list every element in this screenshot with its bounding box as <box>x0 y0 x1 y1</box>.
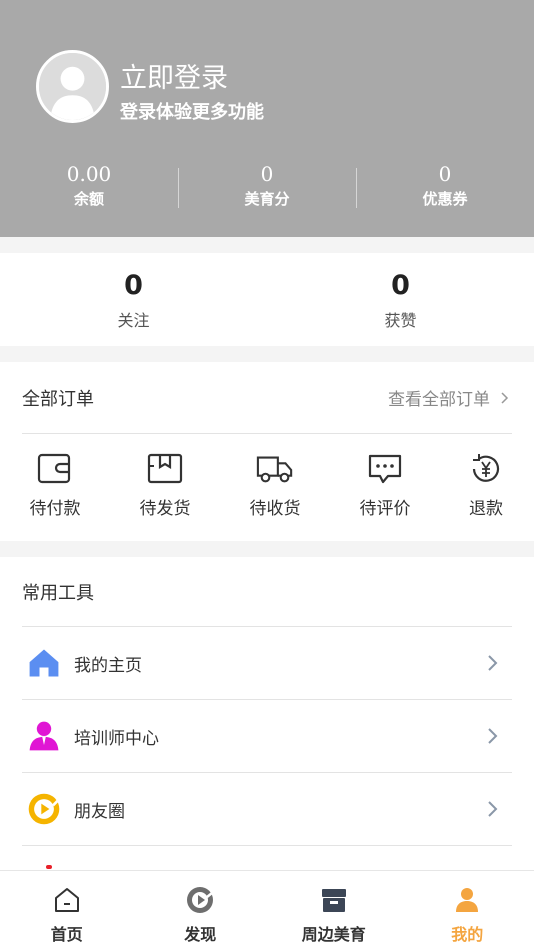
account-stats: 0.00 余额 0 美育分 0 优惠券 <box>0 160 534 216</box>
refund-yen-icon <box>472 454 500 482</box>
tab-label: 周边美育 <box>301 925 366 944</box>
following-count: 0 <box>124 270 143 301</box>
chevron-right-icon <box>488 728 498 744</box>
stat-balance[interactable]: 0.00 余额 <box>0 160 178 216</box>
default-avatar-icon <box>39 53 106 120</box>
tab-label: 发现 <box>184 925 217 944</box>
tool-item-homepage[interactable]: 我的主页 <box>22 627 512 700</box>
view-all-orders-link[interactable]: 查看全部订单 <box>388 385 512 410</box>
tab-label: 首页 <box>50 925 83 944</box>
likes-label: 获赞 <box>384 311 417 330</box>
tools-card: 常用工具 我的主页 培训师中心 朋友圈 <box>0 557 534 887</box>
wallet-icon <box>37 453 71 484</box>
tab-label: 我的 <box>451 925 484 944</box>
order-pending-payment[interactable]: 待付款 <box>15 452 95 519</box>
following-label: 关注 <box>117 311 150 330</box>
following-stat[interactable]: 0 关注 <box>0 253 267 346</box>
user-icon <box>456 888 479 912</box>
chevron-right-icon <box>488 655 498 671</box>
order-pending-shipment[interactable]: 待发货 <box>125 452 205 519</box>
tool-item-trainer-center[interactable]: 培训师中心 <box>22 700 512 773</box>
order-status-label: 待评价 <box>359 499 411 519</box>
tool-label: 培训师中心 <box>74 728 159 749</box>
home-tab-icon <box>54 888 79 912</box>
store-icon <box>321 889 346 912</box>
stat-points[interactable]: 0 美育分 <box>178 160 356 216</box>
order-status-label: 退款 <box>469 499 503 519</box>
truck-icon <box>256 456 293 483</box>
tab-nearby[interactable]: 周边美育 <box>267 871 401 950</box>
box-icon <box>147 453 183 484</box>
stat-value: 0 <box>438 162 452 186</box>
order-pending-review[interactable]: 待评价 <box>345 452 425 519</box>
next-tool-icon-partial <box>46 865 52 869</box>
stat-label: 优惠券 <box>422 190 468 208</box>
order-status-label: 待付款 <box>29 499 81 519</box>
likes-stat[interactable]: 0 获赞 <box>267 253 534 346</box>
stat-value: 0.00 <box>66 162 112 186</box>
tools-title: 常用工具 <box>22 582 94 604</box>
social-stats: 0 关注 0 获赞 <box>0 253 534 346</box>
comment-icon <box>368 454 402 484</box>
orders-title: 全部订单 <box>22 388 94 410</box>
tool-label: 朋友圈 <box>74 801 125 822</box>
moments-icon <box>24 789 64 829</box>
stat-value: 0 <box>260 162 274 186</box>
tab-discover[interactable]: 发现 <box>134 871 268 950</box>
tools-header: 常用工具 <box>22 557 512 627</box>
order-pending-receipt[interactable]: 待收货 <box>235 452 315 519</box>
tab-home[interactable]: 首页 <box>0 871 134 950</box>
discover-icon <box>187 887 214 913</box>
tool-item-moments[interactable]: 朋友圈 <box>22 773 512 846</box>
order-refund[interactable]: 退款 <box>446 452 526 519</box>
bottom-tab-bar: 首页 发现 周边美育 我的 <box>0 870 534 950</box>
stat-label: 美育分 <box>244 190 290 208</box>
stat-coupons[interactable]: 0 优惠券 <box>356 160 534 216</box>
stat-label: 余额 <box>73 190 104 208</box>
order-status-label: 待收货 <box>249 499 301 519</box>
chevron-right-icon <box>488 801 498 817</box>
profile-header: 立即登录 登录体验更多功能 0.00 余额 0 美育分 0 优惠券 <box>0 0 534 237</box>
login-title[interactable]: 立即登录 <box>120 56 228 95</box>
trainer-icon <box>24 716 64 756</box>
home-icon <box>24 643 64 683</box>
chevron-right-icon <box>501 391 509 404</box>
login-subtitle: 登录体验更多功能 <box>120 102 264 123</box>
orders-card: 全部订单 查看全部订单 待付款 待发货 待收货 待评价 退款 <box>0 362 534 541</box>
view-all-orders-label: 查看全部订单 <box>388 390 490 410</box>
likes-count: 0 <box>391 270 410 301</box>
avatar[interactable] <box>36 50 109 123</box>
order-status-row: 待付款 待发货 待收货 待评价 退款 <box>0 452 534 522</box>
orders-header: 全部订单 查看全部订单 <box>22 362 512 434</box>
tool-label: 我的主页 <box>74 655 142 676</box>
tab-mine[interactable]: 我的 <box>401 871 534 950</box>
order-status-label: 待发货 <box>139 499 191 519</box>
